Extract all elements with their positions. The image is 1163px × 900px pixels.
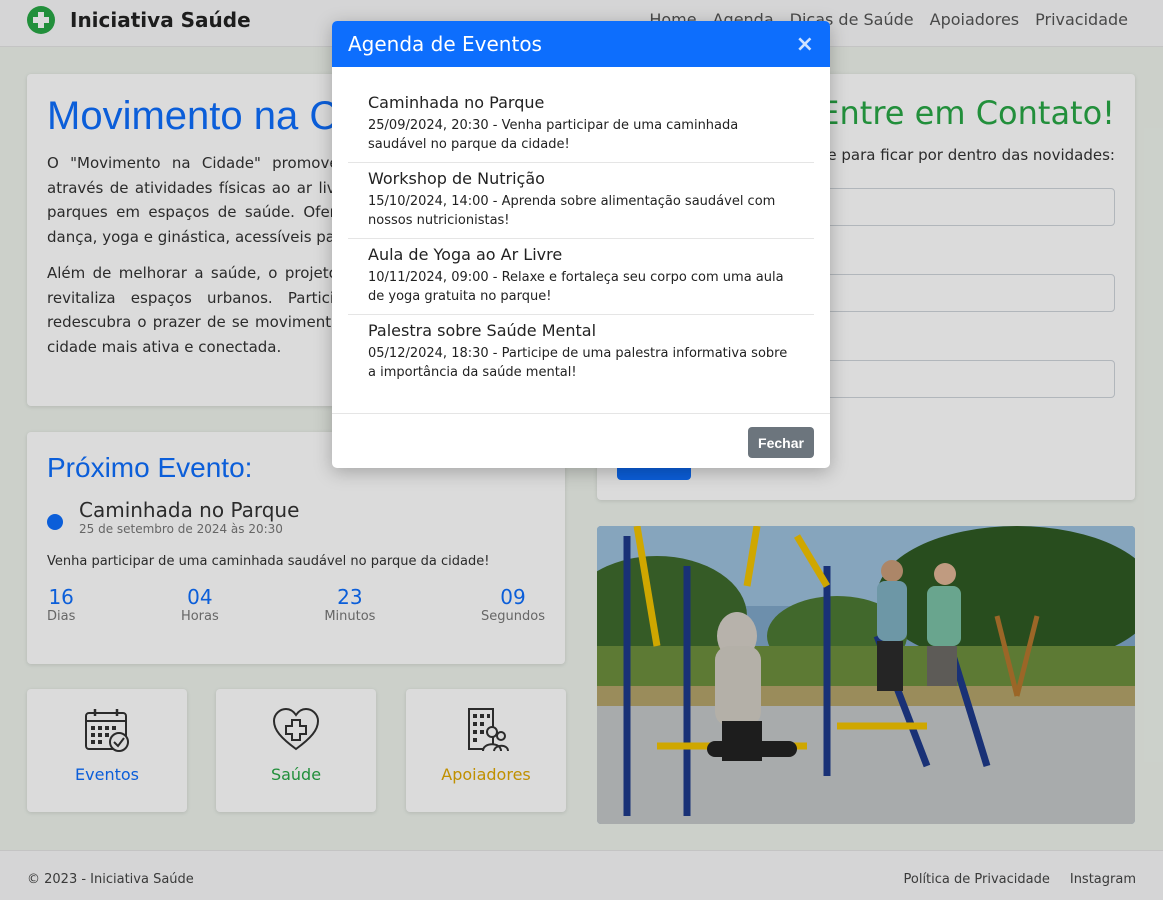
modal-header: Agenda de Eventos ×	[332, 21, 830, 67]
modal-event-title: Caminhada no Parque	[368, 93, 545, 112]
modal-event-title: Workshop de Nutrição	[368, 169, 545, 188]
events-modal: Agenda de Eventos × Caminhada no Parque …	[332, 21, 830, 468]
modal-body: Caminhada no Parque 25/09/2024, 20:30 - …	[332, 67, 830, 414]
modal-event-text: 25/09/2024, 20:30 - Venha participar de …	[368, 118, 739, 152]
modal-event-item: Palestra sobre Saúde Mental 05/12/2024, …	[348, 315, 814, 390]
modal-footer: Fechar	[332, 413, 830, 468]
modal-event-title: Palestra sobre Saúde Mental	[368, 321, 597, 340]
close-modal-button[interactable]: Fechar	[748, 427, 814, 458]
modal-event-title: Aula de Yoga ao Ar Livre	[368, 245, 563, 264]
modal-event-item: Aula de Yoga ao Ar Livre 10/11/2024, 09:…	[348, 239, 814, 315]
modal-event-text: 10/11/2024, 09:00 - Relaxe e fortaleça s…	[368, 270, 784, 304]
modal-event-text: 05/12/2024, 18:30 - Participe de uma pal…	[368, 346, 788, 380]
close-icon[interactable]: ×	[796, 32, 814, 57]
modal-event-item: Caminhada no Parque 25/09/2024, 20:30 - …	[348, 87, 814, 163]
modal-title: Agenda de Eventos	[348, 32, 542, 56]
modal-event-item: Workshop de Nutrição 15/10/2024, 14:00 -…	[348, 163, 814, 239]
modal-event-text: 15/10/2024, 14:00 - Aprenda sobre alimen…	[368, 194, 776, 228]
